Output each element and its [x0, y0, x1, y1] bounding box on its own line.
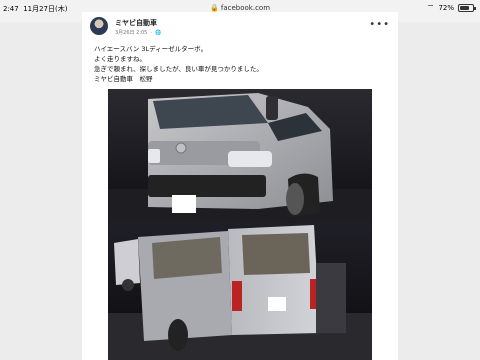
url-text[interactable]: facebook.com [221, 4, 270, 12]
more-options-icon[interactable]: ••• [369, 19, 390, 30]
facebook-post: ミヤビ自動車 3月26日 2:05 · 🌐 ••• ハイエースバン 3Lディーゼ… [82, 12, 398, 360]
post-line: ハイエースバン 3Lディーゼルターボ。 [94, 45, 208, 53]
post-photo-front-van[interactable] [108, 89, 372, 233]
globe-icon: 🌐 [154, 29, 162, 36]
post-line: ミヤビ自動車 松野 [94, 75, 153, 83]
battery-icon [458, 4, 476, 12]
url-bar[interactable]: 🔒 facebook.com [0, 4, 480, 12]
battery-percent: 72% [438, 4, 454, 12]
post-meta: 3月26日 2:05 · 🌐 [115, 29, 162, 37]
post-timestamp[interactable]: 3月26日 2:05 [115, 29, 147, 36]
post-line: よく走りますね。 [94, 55, 146, 63]
post-photo-rear-van[interactable] [108, 223, 372, 360]
post-text: ハイエースバン 3Lディーゼルターボ。 よく走りますね。 急ぎで頼まれ、探しまし… [94, 44, 263, 84]
avatar[interactable] [90, 17, 108, 35]
wifi-icon: ⌔ [426, 3, 435, 12]
post-line: 急ぎで頼まれ、探しましたが、良い車が見つかりました。 [94, 65, 263, 73]
post-author[interactable]: ミヤビ自動車 [115, 18, 157, 28]
